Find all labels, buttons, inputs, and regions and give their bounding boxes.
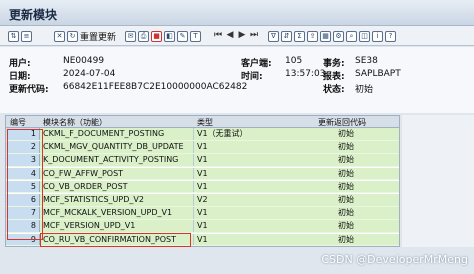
mail-icon[interactable]: ✉ — [125, 30, 136, 42]
display-icon[interactable]: ◧ — [164, 30, 175, 42]
graph-icon[interactable]: ◫ — [359, 30, 370, 42]
module-name: CO_VB_ORDER_POST — [43, 181, 128, 191]
module-name: CO_FW_AFFW_POST — [43, 168, 124, 178]
module-type: V1 — [197, 168, 208, 178]
tool-icon[interactable]: ⇅ — [8, 30, 19, 42]
toolbar: ⇅ ≡ ✕ ↻ 重置更新 ✉ ⎙ ■ ◧ ✎ T ⏮ ◀ ▶ ⏭ ∇ ⇵ Σ ⇪… — [0, 26, 474, 46]
header-info: 用户: NE00499 客户端: 105 事务: SE38 日期: 2024-0… — [0, 47, 474, 113]
table-row[interactable]: 2 CKML_MGV_QUANTITY_DB_UPDATE V1 初始 — [6, 141, 399, 154]
toolbar-group-mid: ✉ ⎙ ■ ◧ ✎ T — [125, 29, 201, 43]
status-label: 状态: — [323, 85, 345, 95]
module-name: K_DOCUMENT_ACTIVITY_POSTING — [43, 155, 179, 165]
modules-table: 编号 模块名称（功能） 类型 更新返回代码 1 CKML_F_DOCUMENT_P… — [5, 115, 400, 247]
toolbar-refresh[interactable]: ✕ ↻ 重置更新 — [54, 29, 116, 43]
code-label: 更新代码: — [9, 85, 49, 95]
table-row[interactable]: 8 MCF_VERSION_UPD_V1 V1 初始 — [6, 220, 399, 233]
table-row[interactable]: 5 CO_VB_ORDER_POST V1 初始 — [6, 180, 399, 194]
return-code: 初始 — [338, 221, 354, 231]
module-highlight — [40, 233, 191, 247]
time-value: 13:57:03 — [285, 69, 326, 79]
client-label: 客户端: — [241, 59, 272, 69]
module-type: V1 — [197, 142, 208, 152]
document-icon[interactable]: ≡ — [21, 30, 32, 42]
col-header-module[interactable]: 模块名称（功能） — [43, 117, 107, 128]
next-page-icon[interactable]: ▶ — [237, 30, 247, 42]
module-name: MCF_MCKALK_VERSION_UPD_V1 — [43, 208, 173, 218]
module-type: V1 — [197, 221, 208, 231]
last-page-icon[interactable]: ⏭ — [249, 30, 259, 42]
table-header: 编号 模块名称（功能） 类型 更新返回代码 — [6, 116, 399, 128]
refresh-icon: ↻ — [67, 30, 78, 42]
return-code: 初始 — [338, 129, 354, 138]
time-label: 时间: — [241, 72, 263, 82]
module-type: V1 — [197, 208, 208, 218]
table-row[interactable]: 7 MCF_MCKALK_VERSION_UPD_V1 V1 初始 — [6, 207, 399, 220]
return-code: 初始 — [338, 181, 354, 191]
table-row[interactable]: 1 CKML_F_DOCUMENT_POSTING V1（无重试） 初始 — [6, 128, 399, 141]
return-code: 初始 — [338, 155, 354, 165]
module-type: V1（无重试） — [197, 129, 248, 138]
row-number-highlight — [7, 129, 43, 240]
export-icon[interactable]: ⇪ — [307, 30, 318, 42]
change-icon[interactable]: ✎ — [177, 30, 188, 42]
settings-icon[interactable]: ⚙ — [333, 30, 344, 42]
report-label: 报表: — [323, 72, 345, 82]
window-title: 更新模块 — [9, 8, 58, 22]
stop-icon[interactable]: ■ — [151, 30, 162, 42]
toolbar-group-left: ⇅ ≡ — [8, 29, 32, 43]
help-icon[interactable]: ? — [385, 30, 396, 42]
col-header-no[interactable]: 编号 — [10, 117, 26, 128]
status-value: 初始 — [355, 85, 374, 95]
return-code: 初始 — [338, 168, 354, 178]
toolbar-nav: ⏮ ◀ ▶ ⏭ — [213, 29, 259, 43]
user-label: 用户: — [9, 59, 31, 69]
date-label: 日期: — [9, 72, 31, 82]
col-header-rc[interactable]: 更新返回代码 — [318, 117, 366, 128]
header-row-code: 更新代码: 66842E11FEE8B7C2E10000000AC62482 状… — [9, 82, 469, 95]
text-icon[interactable]: T — [190, 30, 201, 42]
txn-value: SE38 — [355, 56, 378, 66]
print-icon[interactable]: ⎙ — [138, 30, 149, 42]
module-type: V2 — [197, 195, 208, 204]
info-icon[interactable]: i — [372, 30, 383, 42]
delete-icon: ✕ — [54, 30, 65, 42]
first-page-icon[interactable]: ⏮ — [213, 30, 223, 42]
refresh-button-label: 重置更新 — [80, 32, 117, 43]
find-icon[interactable]: ⌕ — [346, 30, 357, 42]
module-type: V1 — [197, 155, 208, 165]
module-type: V1 — [197, 181, 208, 191]
client-value: 105 — [285, 56, 303, 66]
module-name: MCF_VERSION_UPD_V1 — [43, 221, 136, 231]
report-value: SAPLBAPT — [355, 69, 401, 79]
table-row[interactable]: 6 MCF_STATISTICS_UPD_V2 V2 初始 — [6, 194, 399, 207]
layout-icon[interactable]: ▦ — [320, 30, 331, 42]
return-code: 初始 — [338, 142, 354, 152]
sum-icon[interactable]: Σ — [294, 30, 305, 42]
col-header-type[interactable]: 类型 — [197, 117, 213, 128]
table-row[interactable]: 4 CO_FW_AFFW_POST V1 初始 — [6, 167, 399, 181]
title-bar: 更新模块 — [0, 0, 474, 26]
module-name: CKML_F_DOCUMENT_POSTING — [43, 129, 165, 138]
prev-page-icon[interactable]: ◀ — [225, 30, 235, 42]
return-code: 初始 — [338, 195, 354, 204]
module-name: MCF_STATISTICS_UPD_V2 — [43, 195, 144, 204]
header-row-user: 用户: NE00499 客户端: 105 事务: SE38 — [9, 56, 469, 69]
return-code: 初始 — [338, 234, 354, 244]
return-code: 初始 — [338, 208, 354, 218]
filter-icon[interactable]: ∇ — [268, 30, 279, 42]
module-name: CKML_MGV_QUANTITY_DB_UPDATE — [43, 142, 184, 152]
header-row-date: 日期: 2024-07-04 时间: 13:57:03 报表: SAPLBAPT — [9, 69, 469, 82]
module-type: V1 — [197, 234, 208, 244]
table-row[interactable]: 3 K_DOCUMENT_ACTIVITY_POSTING V1 初始 — [6, 154, 399, 167]
watermark-text: CSDN @DeveloperMrMeng — [321, 253, 468, 266]
date-value: 2024-07-04 — [63, 69, 116, 79]
side-panel — [402, 115, 474, 247]
user-value: NE00499 — [63, 56, 105, 66]
code-value: 66842E11FEE8B7C2E10000000AC62482 — [63, 82, 248, 92]
sort-icon[interactable]: ⇵ — [281, 30, 292, 42]
toolbar-group-right: ∇ ⇵ Σ ⇪ ▦ ⚙ ⌕ ◫ i ? — [268, 29, 396, 43]
txn-label: 事务: — [323, 59, 345, 69]
